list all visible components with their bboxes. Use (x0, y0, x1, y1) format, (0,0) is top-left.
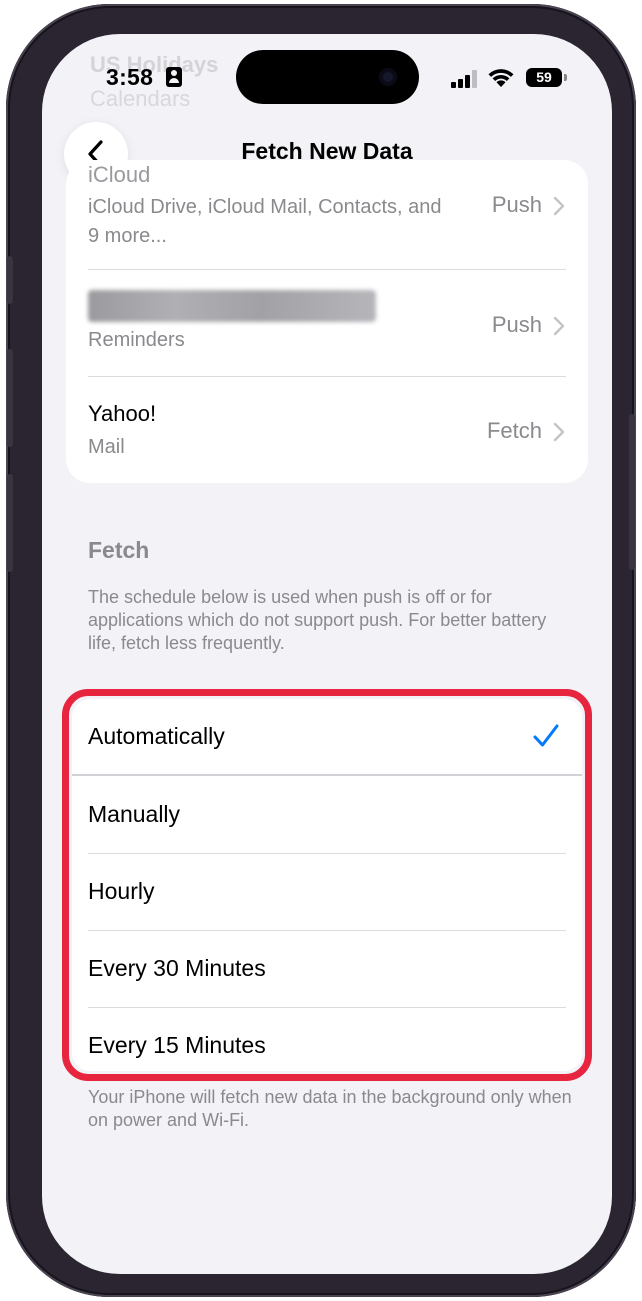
option-label: Every 15 Minutes (88, 1032, 266, 1058)
redacted-email (88, 290, 376, 322)
power-button (629, 414, 635, 570)
account-title: Yahoo! (88, 401, 157, 426)
divider (72, 774, 582, 776)
option-label: Manually (88, 801, 181, 827)
option-every-30-minutes[interactable]: Every 30 Minutes (72, 931, 582, 1008)
front-camera-icon (379, 68, 397, 86)
dynamic-island (236, 50, 419, 104)
option-manually[interactable]: Manually (72, 777, 582, 854)
account-title: iCloud (88, 162, 151, 187)
option-label: Automatically (88, 723, 225, 749)
cellular-signal-icon (451, 70, 479, 88)
phone-frame: US Holidays Calendars 3:58 59 Fetch New … (6, 4, 636, 1297)
account-subtitle: Reminders (88, 329, 185, 351)
volume-down-button (7, 474, 13, 572)
account-row-email[interactable]: Reminders Push (66, 270, 588, 377)
fetch-options-list: Automatically Manually Hourly Every 30 M… (72, 699, 582, 1071)
account-fetch-value: Fetch (486, 418, 542, 443)
checkmark-icon (533, 724, 559, 747)
option-label: Every 30 Minutes (88, 955, 266, 981)
screen: US Holidays Calendars 3:58 59 Fetch New … (42, 34, 612, 1274)
chevron-right-icon (553, 316, 565, 336)
option-every-15-minutes[interactable]: Every 15 Minutes (72, 1008, 582, 1071)
chevron-right-icon (553, 196, 565, 216)
option-label: Hourly (88, 878, 155, 904)
account-row-yahoo[interactable]: Yahoo! Mail Fetch (66, 377, 588, 483)
section-footer-note: Your iPhone will fetch new data in the b… (88, 1087, 572, 1130)
account-fetch-value: Push (491, 312, 542, 337)
account-subtitle: iCloud Drive, iCloud Mail, Contacts, and… (88, 196, 442, 247)
accounts-list: iCloud iCloud Drive, iCloud Mail, Contac… (66, 160, 588, 483)
account-fetch-value: Push (491, 192, 542, 217)
wifi-icon (488, 69, 514, 87)
status-time: 3:58 (106, 64, 154, 90)
focus-person-icon (166, 67, 182, 87)
section-description: The schedule below is used when push is … (88, 587, 547, 653)
battery-icon: 59 (526, 68, 567, 87)
volume-up-button (7, 349, 13, 447)
account-row-icloud[interactable]: iCloud iCloud Drive, iCloud Mail, Contac… (66, 160, 588, 270)
action-button (7, 256, 13, 304)
option-automatically[interactable]: Automatically (72, 699, 582, 776)
chevron-right-icon (553, 422, 565, 442)
account-subtitle: Mail (88, 436, 125, 458)
section-header-fetch: Fetch (88, 537, 150, 563)
option-hourly[interactable]: Hourly (72, 854, 582, 931)
